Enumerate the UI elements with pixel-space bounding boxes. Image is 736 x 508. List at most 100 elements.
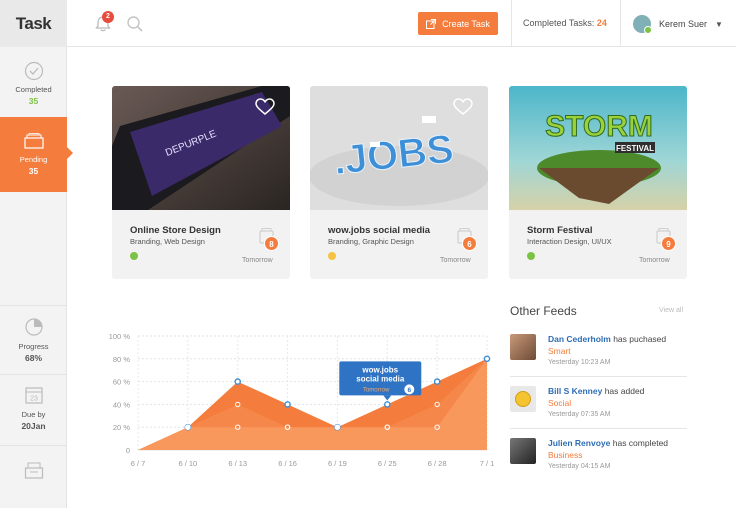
card-title: Online Store Design: [130, 225, 221, 236]
create-task-label: Create Task: [442, 18, 490, 29]
card-subtitle: Interaction Design, UI/UX: [527, 237, 612, 246]
feeds-title: Other Feeds: [510, 304, 577, 318]
caret-down-icon: ▼: [715, 19, 723, 29]
avatar: [633, 15, 652, 34]
count-badge: 6: [462, 236, 477, 251]
feed-text: Bill S Kenney has added: [548, 386, 644, 396]
card-title: wow.jobs social media: [328, 225, 431, 236]
sidebar-item-value: 20Jan: [21, 421, 46, 431]
completed-tasks-label: Completed Tasks:: [523, 18, 595, 28]
tooltip-due: Tomorrow: [363, 387, 390, 393]
heart-icon[interactable]: [255, 98, 275, 116]
tooltip-pointer: [383, 395, 392, 401]
sidebar-item-completed[interactable]: Completed 35: [0, 61, 67, 117]
create-task-button[interactable]: Create Task: [418, 12, 498, 35]
calendar-icon: 23: [24, 387, 43, 404]
count-badge: 8: [264, 236, 279, 251]
check-circle-icon: [24, 61, 43, 81]
feed-user-link[interactable]: Julien Renvoye: [548, 438, 610, 448]
archive-icon: [24, 462, 43, 479]
sidebar-item-value: 35: [28, 96, 39, 106]
feed-item[interactable]: Julien Renvoye has completed Business Ye…: [510, 435, 687, 485]
sidebar-item-due-by[interactable]: 23 Due by 20Jan: [0, 385, 67, 441]
feed-time: Yesterday 10:23 AM: [548, 359, 611, 366]
feed-time: Yesterday 07:35 AM: [548, 411, 611, 418]
data-point: [383, 401, 391, 408]
x-tick-label: 6 / 25: [378, 459, 397, 468]
sidebar: Completed 35 Pending 35 Progress 68% 23 …: [0, 47, 73, 508]
sidebar-item-label: Pending: [19, 155, 48, 164]
divider: [0, 374, 67, 375]
sidebar-item-value: 35: [28, 166, 39, 176]
data-point: [483, 355, 491, 363]
x-tick-label: 6 / 10: [178, 459, 197, 468]
status-dot: [130, 252, 138, 260]
divider: [0, 445, 67, 446]
x-tick-label: 6 / 28: [428, 459, 447, 468]
feed-object-link[interactable]: Social: [548, 398, 571, 408]
card-image-text: STORM: [545, 110, 653, 143]
card-due: Tomorrow: [242, 257, 273, 264]
y-tick-label: 60 %: [113, 378, 130, 387]
inbox-icon: [23, 133, 44, 149]
card-subtitle: Branding, Graphic Design: [328, 237, 414, 246]
y-tick-label: 100 %: [109, 332, 131, 341]
heart-icon[interactable]: [453, 98, 473, 116]
sidebar-item-label: Progress: [18, 342, 49, 351]
feed-item[interactable]: Dan Cederholm has puchased Smart Yesterd…: [510, 331, 687, 381]
app-logo[interactable]: Task: [0, 0, 67, 47]
feed-user-link[interactable]: Dan Cederholm: [548, 334, 611, 344]
y-tick-label: 40 %: [113, 400, 130, 409]
feed-action: has added: [604, 386, 645, 396]
feed-action: has completed: [612, 438, 669, 448]
header-divider: [511, 0, 512, 47]
notification-badge: 2: [102, 11, 114, 23]
status-dot: [328, 252, 336, 260]
card-subtitle: Branding, Web Design: [130, 237, 205, 246]
x-tick-label: 6 / 16: [278, 459, 297, 468]
avatar: [510, 438, 536, 464]
feed-time: Yesterday 04:15 AM: [548, 463, 611, 470]
view-all-link[interactable]: View all: [659, 307, 683, 314]
task-card[interactable]: .JOBS wow.jobs social media Branding, Gr…: [310, 86, 488, 279]
feed-text: Julien Renvoye has completed: [548, 438, 668, 448]
svg-text:23: 23: [30, 396, 38, 403]
avatar: [510, 386, 536, 412]
feed-object-link[interactable]: Smart: [548, 346, 571, 356]
sidebar-item-label: Completed: [15, 85, 52, 94]
feed-item[interactable]: Bill S Kenney has added Social Yesterday…: [510, 383, 687, 433]
data-point: [433, 378, 441, 385]
tooltip-subtitle: social media: [356, 374, 405, 383]
card-due: Tomorrow: [440, 257, 471, 264]
search-icon[interactable]: [126, 15, 144, 33]
card-image: STORM FESTIVAL: [509, 86, 687, 210]
task-card[interactable]: STORM FESTIVAL Storm Festival Interactio…: [509, 86, 687, 279]
divider: [510, 428, 687, 429]
completed-tasks-counter: Completed Tasks: 24: [523, 18, 607, 28]
sidebar-item-progress[interactable]: Progress 68%: [0, 317, 67, 373]
count-badge: 9: [661, 236, 676, 251]
x-tick-label: 6 / 19: [328, 459, 347, 468]
divider: [0, 305, 67, 306]
header-divider: [620, 0, 621, 47]
x-tick-label: 7 / 1: [480, 459, 495, 468]
x-tick-label: 6 / 7: [131, 459, 146, 468]
sidebar-item-value: 68%: [24, 353, 42, 363]
divider: [510, 376, 687, 377]
feed-object-link[interactable]: Business: [548, 450, 583, 460]
sidebar-item-label: Due by: [21, 410, 46, 419]
sidebar-item-archive[interactable]: [0, 461, 67, 491]
feed-user-link[interactable]: Bill S Kenney: [548, 386, 602, 396]
task-card[interactable]: DEPURPLE Online Store Design Branding, W…: [112, 86, 290, 279]
data-point: [234, 378, 242, 385]
user-menu[interactable]: Kerem Suer ▼: [633, 12, 723, 36]
y-tick-label: 0: [126, 446, 130, 455]
tooltip-title: wow.jobs: [361, 365, 398, 374]
feed-action: has puchased: [613, 334, 667, 344]
card-image-subtext: FESTIVAL: [616, 144, 654, 153]
y-tick-label: 20 %: [113, 423, 130, 432]
feed-text: Dan Cederholm has puchased: [548, 334, 666, 344]
sidebar-item-pending[interactable]: Pending 35: [0, 117, 73, 192]
user-name: Kerem Suer: [659, 19, 708, 29]
external-link-icon: [426, 18, 437, 29]
